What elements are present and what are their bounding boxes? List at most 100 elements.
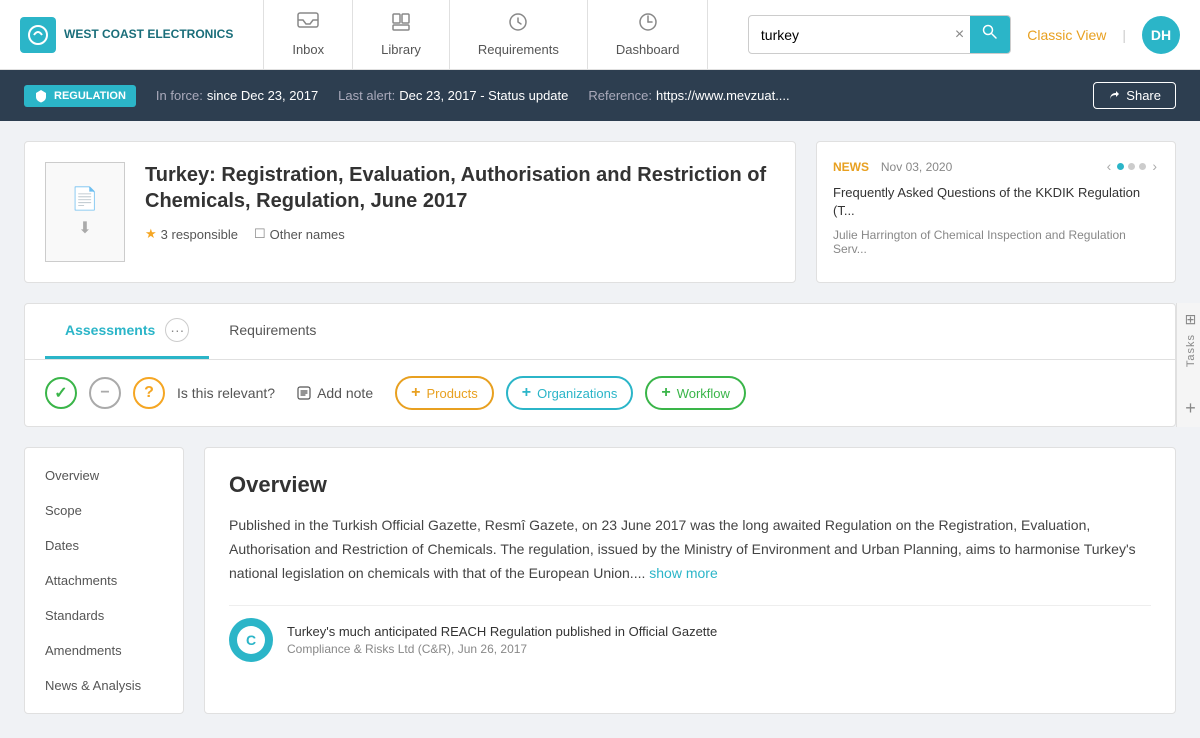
in-force-label: In force: — [156, 88, 203, 103]
sidebar-item-dates[interactable]: Dates — [25, 528, 183, 563]
sidebar-item-overview[interactable]: Overview — [25, 458, 183, 493]
news-header-left: NEWS Nov 03, 2020 — [833, 158, 952, 174]
regulation-badge: REGULATION — [24, 85, 136, 107]
nav-dashboard[interactable]: Dashboard — [588, 0, 709, 70]
banner-meta: In force: since Dec 23, 2017 Last alert:… — [156, 88, 1073, 103]
news-header: NEWS Nov 03, 2020 ‹ › — [833, 158, 1159, 174]
overview-text: Published in the Turkish Official Gazett… — [229, 514, 1151, 585]
logo-icon — [20, 17, 56, 53]
main-content: 📄 ⬇ Turkey: Registration, Evaluation, Au… — [0, 141, 1200, 738]
add-workflow-button[interactable]: + Workflow — [645, 376, 746, 410]
search-input[interactable] — [749, 19, 949, 51]
classic-view-link[interactable]: Classic View — [1027, 27, 1106, 43]
overview-title: Overview — [229, 472, 1151, 498]
user-avatar[interactable]: DH — [1142, 16, 1180, 54]
document-info: Turkey: Registration, Evaluation, Author… — [145, 162, 775, 262]
linked-article-logo: C — [229, 618, 273, 662]
news-next-button[interactable]: › — [1150, 158, 1159, 174]
tab-assessments[interactable]: Assessments ··· — [45, 304, 209, 359]
doc-news-row: 📄 ⬇ Turkey: Registration, Evaluation, Au… — [24, 141, 1176, 283]
add-products-button[interactable]: + Products — [395, 376, 494, 410]
tasks-label: Tasks — [1185, 334, 1197, 367]
search-clear-button[interactable]: × — [949, 26, 970, 44]
clipboard-icon: ☐ — [254, 226, 266, 242]
relevance-question: Is this relevant? — [177, 385, 275, 401]
tasks-panel: ⊞ Tasks + — [1176, 303, 1200, 427]
news-prev-button[interactable]: ‹ — [1105, 158, 1114, 174]
last-alert-label: Last alert: — [338, 88, 395, 103]
linked-article-title: Turkey's much anticipated REACH Regulati… — [287, 624, 717, 639]
tabs-wrapper: Assessments ··· Requirements ✓ − ? Is th… — [24, 303, 1176, 427]
linked-article-info: Turkey's much anticipated REACH Regulati… — [287, 624, 717, 656]
add-task-button[interactable]: + — [1185, 398, 1196, 419]
linked-article-source: Compliance & Risks Ltd (C&R), Jun 26, 20… — [287, 642, 717, 656]
relevant-maybe-button[interactable]: ? — [133, 377, 165, 409]
sidebar-navigation: Overview Scope Dates Attachments Standar… — [24, 447, 184, 714]
lower-section: Overview Scope Dates Attachments Standar… — [24, 447, 1176, 714]
sidebar-item-scope[interactable]: Scope — [25, 493, 183, 528]
search-button[interactable] — [970, 16, 1010, 53]
relevance-bar: ✓ − ? Is this relevant? Add note + Produ… — [25, 360, 1175, 426]
tabs-area: Assessments ··· Requirements ✓ − ? Is th… — [24, 303, 1176, 427]
relevant-yes-button[interactable]: ✓ — [45, 377, 77, 409]
reference-label: Reference: — [588, 88, 652, 103]
plus-icon-orgs: + — [522, 384, 531, 402]
news-author: Julie Harrington of Chemical Inspection … — [833, 228, 1159, 256]
inbox-icon — [297, 12, 319, 38]
logo-text: West Coast Electronics — [64, 27, 233, 41]
other-names-link[interactable]: ☐ Other names — [254, 226, 345, 242]
nav-items: Inbox Library Requirements Dashboard — [263, 0, 748, 70]
responsible-count[interactable]: ★ 3 responsible — [145, 226, 238, 242]
relevant-no-button[interactable]: − — [89, 377, 121, 409]
search-box: × — [748, 15, 1011, 54]
expand-tasks-button[interactable]: ⊞ — [1185, 311, 1197, 328]
document-meta: ★ 3 responsible ☐ Other names — [145, 226, 775, 242]
nav-inbox[interactable]: Inbox — [263, 0, 353, 70]
news-card: NEWS Nov 03, 2020 ‹ › Frequently Asked Q… — [816, 141, 1176, 283]
nav-requirements-label: Requirements — [478, 42, 559, 57]
nav-dashboard-label: Dashboard — [616, 42, 680, 57]
sidebar-item-standards[interactable]: Standards — [25, 598, 183, 633]
news-badge: NEWS — [833, 160, 869, 174]
library-icon — [391, 12, 411, 38]
nav-requirements[interactable]: Requirements — [450, 0, 588, 70]
document-card: 📄 ⬇ Turkey: Registration, Evaluation, Au… — [24, 141, 796, 283]
in-force-value: since Dec 23, 2017 — [207, 88, 318, 103]
linked-article[interactable]: C Turkey's much anticipated REACH Regula… — [229, 605, 1151, 674]
plus-icon-workflow: + — [661, 384, 670, 402]
logo[interactable]: West Coast Electronics — [20, 17, 233, 53]
top-navigation: West Coast Electronics Inbox Library Req… — [0, 0, 1200, 70]
add-organizations-button[interactable]: + Organizations — [506, 376, 634, 410]
news-navigation: ‹ › — [1105, 158, 1159, 174]
tabs-header: Assessments ··· Requirements — [25, 304, 1175, 360]
regulation-banner: REGULATION In force: since Dec 23, 2017 … — [0, 70, 1200, 121]
tab-more-button[interactable]: ··· — [165, 318, 189, 342]
nav-library-label: Library — [381, 42, 421, 57]
star-icon: ★ — [145, 226, 157, 242]
document-thumbnail: 📄 ⬇ — [45, 162, 125, 262]
reference-value: https://www.mevzuat.... — [656, 88, 790, 103]
overview-content: Overview Published in the Turkish Offici… — [204, 447, 1176, 714]
show-more-link[interactable]: show more — [649, 565, 717, 581]
news-dot-1 — [1117, 163, 1124, 170]
sidebar-item-news-analysis[interactable]: News & Analysis — [25, 668, 183, 703]
news-dot-3 — [1139, 163, 1146, 170]
document-title: Turkey: Registration, Evaluation, Author… — [145, 162, 775, 214]
news-dot-2 — [1128, 163, 1135, 170]
nav-library[interactable]: Library — [353, 0, 450, 70]
add-note-button[interactable]: Add note — [287, 379, 383, 407]
document-icon: 📄 — [71, 186, 98, 212]
last-alert-value: Dec 23, 2017 - Status update — [399, 88, 568, 103]
sidebar-item-attachments[interactable]: Attachments — [25, 563, 183, 598]
dashboard-icon — [638, 12, 658, 38]
download-icon[interactable]: ⬇ — [78, 218, 91, 238]
tab-requirements[interactable]: Requirements — [209, 308, 336, 355]
news-date: Nov 03, 2020 — [881, 160, 952, 174]
share-button[interactable]: Share — [1093, 82, 1176, 109]
nav-inbox-label: Inbox — [292, 42, 324, 57]
sidebar-item-amendments[interactable]: Amendments — [25, 633, 183, 668]
search-area: × Classic View | DH — [748, 15, 1180, 54]
news-dots — [1117, 163, 1146, 170]
requirements-icon — [508, 12, 528, 38]
plus-icon-products: + — [411, 384, 420, 402]
